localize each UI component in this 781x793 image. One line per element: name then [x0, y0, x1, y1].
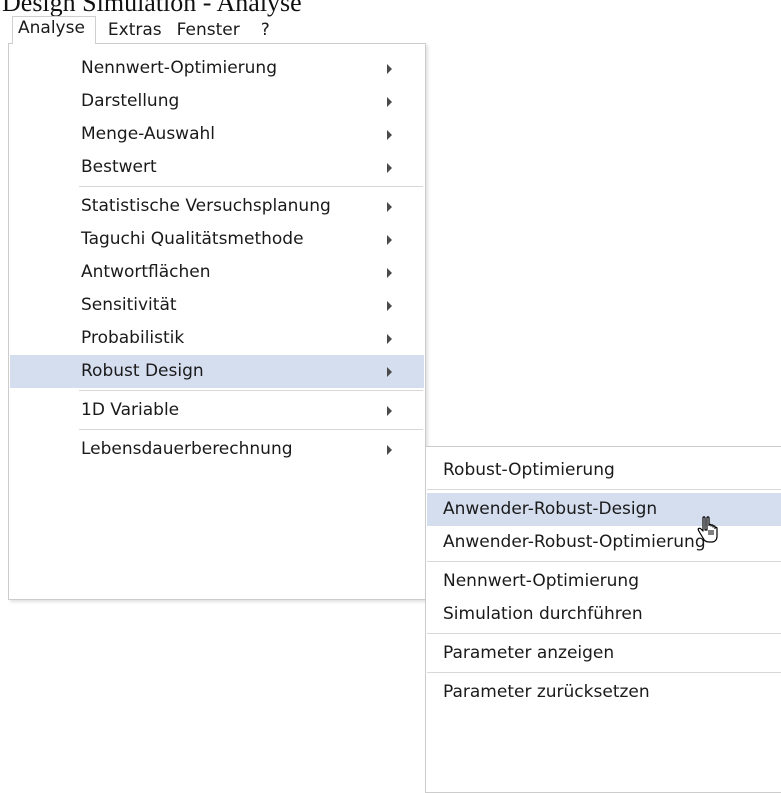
menu-item-label: Anwender-Robust-Optimierung: [443, 532, 706, 552]
menu-item-label: Darstellung: [81, 91, 180, 111]
menu-item-menge-auswahl[interactable]: Menge-Auswahl: [10, 118, 424, 151]
menu-extras[interactable]: Extras: [108, 17, 162, 43]
menu-item-label: Parameter anzeigen: [443, 643, 615, 663]
submenu-item-parameter-zuruecksetzen[interactable]: Parameter zurücksetzen: [427, 676, 781, 709]
submenu-arrow-icon: [387, 367, 392, 377]
submenu-item-nennwert-optimierung[interactable]: Nennwert-Optimierung: [427, 565, 781, 598]
submenu-item-simulation-durchfuehren[interactable]: Simulation durchführen: [427, 598, 781, 631]
menu-item-label: Nennwert-Optimierung: [443, 571, 639, 591]
submenu-arrow-icon: [387, 163, 392, 173]
analyse-dropdown-menu: Nennwert-Optimierung Darstellung Menge-A…: [8, 43, 426, 600]
submenu-item-robust-optimierung[interactable]: Robust-Optimierung: [427, 454, 781, 487]
menu-item-label: Simulation durchführen: [443, 604, 643, 624]
submenu-arrow-icon: [387, 301, 392, 311]
menu-item-1d-variable[interactable]: 1D Variable: [10, 394, 424, 427]
submenu-arrow-icon: [387, 97, 392, 107]
menu-separator: [427, 489, 781, 490]
submenu-arrow-icon: [387, 445, 392, 455]
menu-item-label: Bestwert: [81, 157, 157, 177]
menu-item-robust-design[interactable]: Robust Design: [10, 355, 424, 388]
submenu-arrow-icon: [387, 130, 392, 140]
menu-item-label: Parameter zurücksetzen: [443, 682, 650, 702]
menu-item-bestwert[interactable]: Bestwert: [10, 151, 424, 184]
menu-help[interactable]: ?: [261, 17, 270, 43]
menu-item-label: 1D Variable: [81, 400, 180, 420]
menu-separator: [427, 672, 781, 673]
menu-separator: [79, 186, 423, 187]
menu-item-label: Robust-Optimierung: [443, 460, 615, 480]
menu-item-label: Anwender-Robust-Design: [443, 499, 658, 519]
menu-item-sensitivitaet[interactable]: Sensitivität: [10, 289, 424, 322]
menu-item-label: Antwortflächen: [81, 262, 211, 282]
menu-analyse[interactable]: Analyse: [12, 16, 96, 44]
submenu-arrow-icon: [387, 334, 392, 344]
robust-design-submenu: Robust-Optimierung Anwender-Robust-Desig…: [425, 446, 781, 793]
menu-item-lebensdauerberechnung[interactable]: Lebensdauerberechnung: [10, 433, 424, 466]
menu-item-darstellung[interactable]: Darstellung: [10, 85, 424, 118]
menu-separator: [79, 390, 423, 391]
menu-item-statistische-versuchsplanung[interactable]: Statistische Versuchsplanung: [10, 190, 424, 223]
menu-fenster[interactable]: Fenster: [177, 17, 240, 43]
menu-item-label: Robust Design: [81, 361, 204, 381]
menu-item-label: Sensitivität: [81, 295, 177, 315]
menu-item-label: Probabilistik: [81, 328, 185, 348]
submenu-arrow-icon: [387, 268, 392, 278]
submenu-item-anwender-robust-optimierung[interactable]: Anwender-Robust-Optimierung: [427, 526, 781, 559]
menu-item-label: Nennwert-Optimierung: [81, 58, 277, 78]
menu-item-label: Taguchi Qualitätsmethode: [81, 229, 304, 249]
submenu-arrow-icon: [387, 235, 392, 245]
submenu-item-anwender-robust-design[interactable]: Anwender-Robust-Design: [427, 493, 781, 526]
menu-item-label: Menge-Auswahl: [81, 124, 215, 144]
menu-item-antwortflaechen[interactable]: Antwortflächen: [10, 256, 424, 289]
submenu-arrow-icon: [387, 64, 392, 74]
menu-bar: Analyse Extras Fenster ?: [0, 16, 380, 44]
menu-separator: [427, 561, 781, 562]
menu-item-probabilistik[interactable]: Probabilistik: [10, 322, 424, 355]
menu-separator: [427, 633, 781, 634]
submenu-arrow-icon: [387, 406, 392, 416]
hand-pointer-cursor-icon: [697, 516, 718, 543]
menu-item-nennwert-optimierung[interactable]: Nennwert-Optimierung: [10, 52, 424, 85]
menu-item-label: Lebensdauerberechnung: [81, 439, 293, 459]
menu-separator: [79, 429, 423, 430]
menu-item-label: Statistische Versuchsplanung: [81, 196, 331, 216]
submenu-item-parameter-anzeigen[interactable]: Parameter anzeigen: [427, 637, 781, 670]
submenu-arrow-icon: [387, 202, 392, 212]
menu-item-taguchi-qualitaetsmethode[interactable]: Taguchi Qualitätsmethode: [10, 223, 424, 256]
